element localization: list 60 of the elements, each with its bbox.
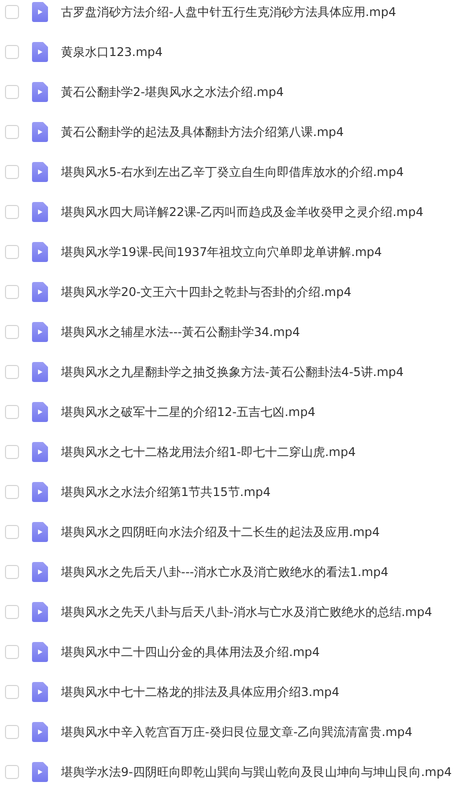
video-file-icon [32,82,48,102]
video-file-icon [32,562,48,582]
checkbox[interactable] [5,85,19,99]
checkbox[interactable] [5,645,19,659]
checkbox[interactable] [5,405,19,419]
checkbox[interactable] [5,485,19,499]
file-name[interactable]: 堪舆风水中二十四山分金的具体用法及介绍.mp4 [61,644,320,660]
checkbox[interactable] [5,45,19,59]
video-file-icon [32,162,48,182]
file-name[interactable]: 堪舆风水之辅星水法---黃石公翻卦学34.mp4 [61,324,300,340]
video-file-icon [32,322,48,342]
checkbox[interactable] [5,525,19,539]
video-file-icon [32,482,48,502]
file-name[interactable]: 堪舆风水之先后天八卦---消水亡水及消亡败绝水的看法1.mp4 [61,564,388,580]
file-name[interactable]: 古罗盘消砂方法介绍-人盘中针五行生克消砂方法具体应用.mp4 [61,4,396,20]
video-file-icon [32,602,48,622]
video-file-icon [32,722,48,742]
checkbox[interactable] [5,365,19,379]
checkbox[interactable] [5,685,19,699]
file-name[interactable]: 堪舆风水学19课-民间1937年祖坟立向穴单即龙单讲解.mp4 [61,244,382,260]
checkbox[interactable] [5,245,19,259]
file-name[interactable]: 堪舆风水之先天八卦与后天八卦-消水与亡水及消亡败绝水的总结.mp4 [61,604,432,620]
video-file-icon [32,442,48,462]
video-file-icon [32,522,48,542]
file-name[interactable]: 堪舆风水中七十二格龙的排法及具体应用介绍3.mp4 [61,684,340,700]
file-name[interactable]: 黄泉水口123.mp4 [61,44,163,60]
file-name[interactable]: 堪舆风水5-右水到左出乙辛丁癸立自生向即借库放水的介绍.mp4 [61,164,404,180]
video-file-icon [32,282,48,302]
checkbox[interactable] [5,605,19,619]
video-file-icon [32,202,48,222]
checkbox[interactable] [5,325,19,339]
checkbox[interactable] [5,165,19,179]
file-name[interactable]: 堪舆风水之九星翻卦学之抽爻换象方法-黃石公翻卦法4-5讲.mp4 [61,364,404,380]
checkbox[interactable] [5,765,19,779]
checkbox[interactable] [5,445,19,459]
file-name[interactable]: 堪舆风水四大局详解22课-乙丙叫而趋戌及金羊收癸甲之灵介绍.mp4 [61,204,424,220]
file-name[interactable]: 堪舆风水之四阴旺向水法介绍及十二长生的起法及应用.mp4 [61,524,380,540]
file-name[interactable]: 黃石公翻卦学2-堪舆风水之水法介绍.mp4 [61,84,284,100]
checkbox[interactable] [5,725,19,739]
file-name[interactable]: 堪舆风水之破军十二星的介绍12-五吉七凶.mp4 [61,404,316,420]
video-file-icon [32,2,48,22]
checkbox[interactable] [5,565,19,579]
checkbox[interactable] [5,5,19,19]
video-file-icon [32,682,48,702]
video-file-icon [32,42,48,62]
checkbox[interactable] [5,285,19,299]
video-file-icon [32,402,48,422]
file-name[interactable]: 堪舆风水之七十二格龙用法介绍1-即七十二穿山虎.mp4 [61,444,356,460]
file-name[interactable]: 堪舆风水之水法介绍第1节共15节.mp4 [61,484,271,500]
video-file-icon [32,642,48,662]
file-name[interactable]: 堪舆风水学20-文王六十四卦之乾卦与否卦的介绍.mp4 [61,284,352,300]
file-name[interactable]: 堪舆风水中辛入乾宫百万庄-癸归艮位显文章-乙向巽流清富贵.mp4 [61,724,412,740]
file-name[interactable]: 黃石公翻卦学的起法及具体翻卦方法介绍第八课.mp4 [61,124,344,140]
checkbox[interactable] [5,125,19,139]
video-file-icon [32,762,48,782]
checkbox[interactable] [5,205,19,219]
video-file-icon [32,242,48,262]
video-file-icon [32,362,48,382]
file-name[interactable]: 堪舆学水法9-四阴旺向即乾山巽向与巽山乾向及艮山坤向与坤山艮向.mp4 [61,764,452,780]
video-file-icon [32,122,48,142]
